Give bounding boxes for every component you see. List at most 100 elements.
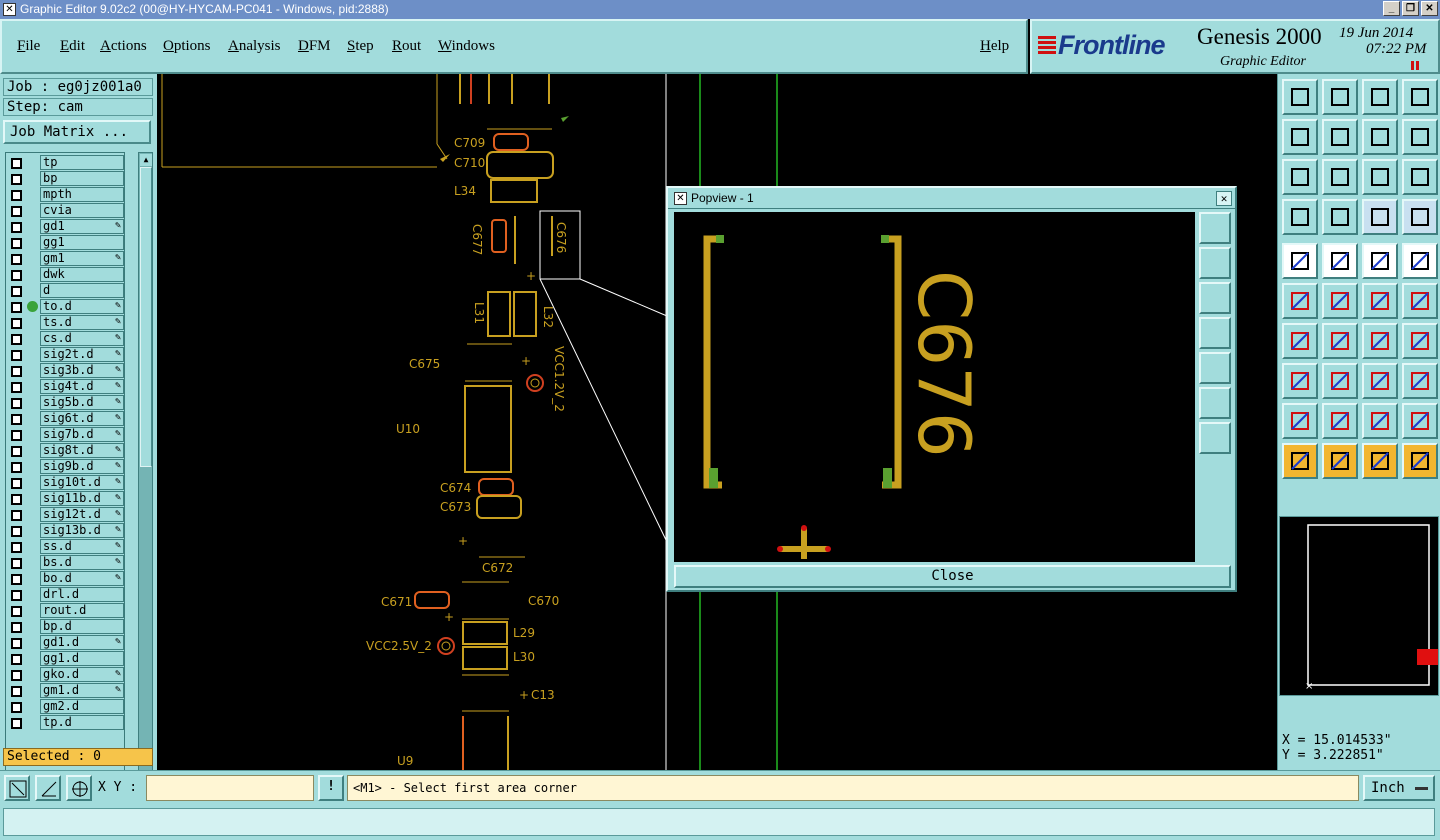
layer-list-scrollbar[interactable]: ▲ ▼ [138, 152, 153, 808]
layer-name[interactable]: sig2t.d [40, 347, 124, 362]
layer-checkbox[interactable] [11, 206, 22, 217]
layer-name[interactable]: ts.d [40, 315, 124, 330]
popview-zoom-in-icon[interactable] [1199, 212, 1231, 244]
layer-name[interactable]: gg1.d [40, 651, 124, 666]
layer-row[interactable]: gm1 ✎ [6, 251, 124, 267]
xy-input[interactable] [146, 775, 314, 801]
scale-1-to-1-icon[interactable] [1362, 159, 1398, 195]
layer-row[interactable]: sig7b.d ✎ [6, 427, 124, 443]
layer-checkbox[interactable] [11, 638, 22, 649]
layer-name[interactable]: mpth [40, 187, 124, 202]
popview-canvas[interactable]: C676 [674, 212, 1195, 562]
layer-name[interactable]: drl.d [40, 587, 124, 602]
layer-row[interactable]: bp [6, 171, 124, 187]
layer-name[interactable]: cs.d [40, 331, 124, 346]
layer-checkbox[interactable] [11, 686, 22, 697]
layer-name[interactable]: tp [40, 155, 124, 170]
layer-checkbox[interactable] [11, 414, 22, 425]
layer-row[interactable]: tp [6, 155, 124, 171]
select-net-icon[interactable] [1402, 443, 1438, 479]
move-feature-icon[interactable] [1362, 283, 1398, 319]
layer-name[interactable]: cvia [40, 203, 124, 218]
layer-checkbox[interactable] [11, 606, 22, 617]
popview-zoom-out-icon[interactable] [1199, 387, 1231, 419]
popview-pan-up-icon[interactable] [1199, 247, 1231, 279]
layer-checkbox[interactable] [11, 590, 22, 601]
layer-name[interactable]: gd1.d [40, 635, 124, 650]
layer-row[interactable]: gg1.d [6, 651, 124, 667]
layer-checkbox[interactable] [11, 318, 22, 329]
slant-line-icon[interactable] [1322, 323, 1358, 359]
layer-name[interactable]: sig7b.d [40, 427, 124, 442]
menu-dfm[interactable]: DFM [298, 38, 331, 55]
grid-toggle-icon[interactable] [1322, 199, 1358, 235]
drc-check-icon[interactable] [1362, 199, 1398, 235]
undo-icon[interactable] [1362, 119, 1398, 155]
layer-checkbox[interactable] [11, 510, 22, 521]
rotate-tool-icon[interactable] [1402, 403, 1438, 439]
restore-button[interactable]: ❐ [1402, 1, 1419, 16]
angle-line-icon[interactable] [1282, 323, 1318, 359]
layer-row[interactable]: to.d ✎ [6, 299, 124, 315]
exclamation-button[interactable]: ! [318, 775, 344, 801]
layer-checkbox[interactable] [11, 446, 22, 457]
layer-checkbox[interactable] [11, 350, 22, 361]
menu-options[interactable]: Options [163, 38, 211, 55]
popview-close-button[interactable]: Close [674, 565, 1231, 588]
layer-row[interactable]: d [6, 283, 124, 299]
layer-row[interactable]: ts.d ✎ [6, 315, 124, 331]
menu-file[interactable]: File [17, 38, 40, 55]
layer-name[interactable]: bp [40, 171, 124, 186]
layer-row[interactable]: mpth [6, 187, 124, 203]
layer-name[interactable]: tp.d [40, 715, 124, 730]
layer-name[interactable]: sig5b.d [40, 395, 124, 410]
layer-name[interactable]: rout.d [40, 603, 124, 618]
layer-row[interactable]: bp.d [6, 619, 124, 635]
menu-help[interactable]: Help [980, 38, 1009, 55]
layer-row[interactable]: sig2t.d ✎ [6, 347, 124, 363]
layer-name[interactable]: dwk [40, 267, 124, 282]
layer-row[interactable]: cvia [6, 203, 124, 219]
layer-properties-icon[interactable] [1282, 199, 1318, 235]
layer-row[interactable]: gd1 ✎ [6, 219, 124, 235]
layer-row[interactable]: bs.d ✎ [6, 555, 124, 571]
menu-windows[interactable]: Windows [438, 38, 495, 55]
menu-step[interactable]: Step [347, 38, 374, 55]
split-tool-icon[interactable] [1402, 323, 1438, 359]
layer-name[interactable]: sig6t.d [40, 411, 124, 426]
layer-row[interactable]: sig9b.d ✎ [6, 459, 124, 475]
layer-name[interactable]: bo.d [40, 571, 124, 586]
layer-name[interactable]: sig9b.d [40, 459, 124, 474]
scroll-thumb[interactable] [140, 167, 152, 467]
layer-row[interactable]: sig11b.d ✎ [6, 491, 124, 507]
array-feature-icon[interactable] [1362, 363, 1398, 399]
layer-name[interactable]: gm1 [40, 251, 124, 266]
layer-checkbox[interactable] [11, 478, 22, 489]
scroll-up-icon[interactable]: ▲ [140, 154, 152, 166]
layer-checkbox[interactable] [11, 558, 22, 569]
cut-line-icon[interactable] [1322, 363, 1358, 399]
minimize-button[interactable]: _ [1383, 1, 1400, 16]
add-feature-icon[interactable] [1402, 243, 1438, 279]
layer-checkbox[interactable] [11, 574, 22, 585]
select-box-icon[interactable] [1322, 443, 1358, 479]
drc-compare-icon[interactable] [1402, 199, 1438, 235]
layer-name[interactable]: sig4t.d [40, 379, 124, 394]
redo-icon[interactable] [1402, 119, 1438, 155]
layer-checkbox[interactable] [11, 622, 22, 633]
help-query-icon[interactable] [1402, 159, 1438, 195]
snap-point-icon[interactable] [1282, 363, 1318, 399]
pan-left-icon[interactable] [1282, 119, 1318, 155]
polygon-tool-icon[interactable] [1282, 403, 1318, 439]
delete-feature-icon[interactable] [1322, 283, 1358, 319]
layer-checkbox[interactable] [11, 702, 22, 713]
popview-fit-icon[interactable] [1199, 422, 1231, 454]
layer-row[interactable]: gd1.d ✎ [6, 635, 124, 651]
app-icon[interactable]: ✕ [3, 3, 16, 16]
layer-checkbox[interactable] [11, 366, 22, 377]
layer-row[interactable]: gm2.d [6, 699, 124, 715]
layer-checkbox[interactable] [11, 494, 22, 505]
layer-name[interactable]: bs.d [40, 555, 124, 570]
layer-row[interactable]: rout.d [6, 603, 124, 619]
layer-checkbox[interactable] [11, 398, 22, 409]
